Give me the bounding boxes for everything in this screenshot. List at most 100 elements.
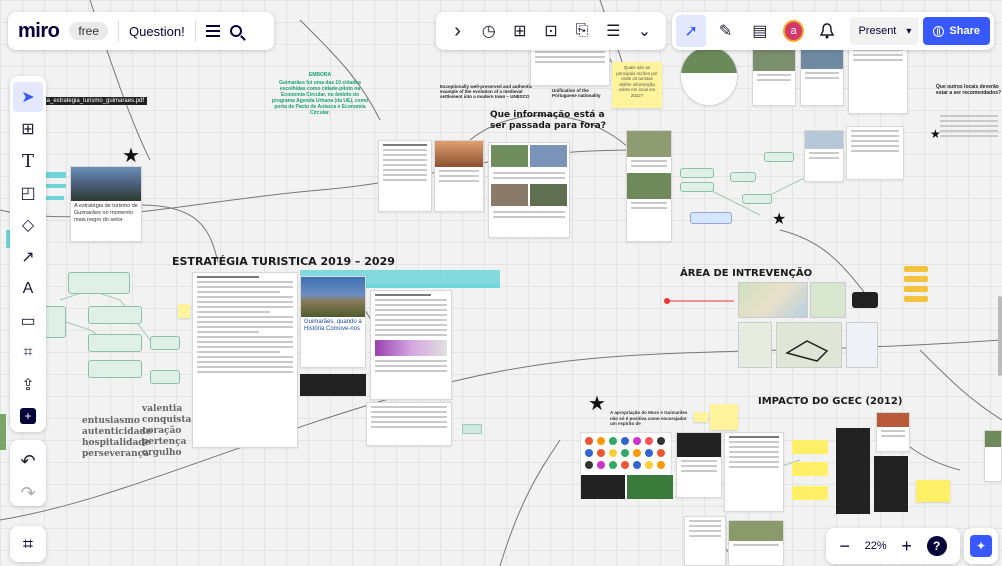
board-canvas[interactable]: ★ ★ ★ ★ biblica_estrategia_turismo_guima… [0,0,1002,566]
article-doc[interactable] [876,412,910,452]
frame-tool-icon[interactable]: ⊞ [13,114,43,144]
undo-icon[interactable]: ↶ [13,446,43,476]
sticky-note[interactable] [694,412,708,422]
mindmap-node[interactable] [764,152,794,162]
pen-tool-icon[interactable]: A [13,274,43,304]
zoom-out-button[interactable]: − [839,536,850,557]
zoom-in-button[interactable]: + [901,536,912,557]
more-apps-icon[interactable]: + [20,408,36,424]
crop-tool-icon[interactable]: ⌗ [13,338,43,368]
mindmap-node[interactable] [150,370,180,384]
center-article-card[interactable]: Guimarães, quando a História Comove-nos [300,276,366,368]
map-image[interactable] [738,282,808,318]
mindmap-node[interactable] [88,334,142,352]
minimap-icon[interactable]: ✦ [970,535,992,557]
celebrate-icon[interactable]: ✎ [710,15,740,47]
user-avatar[interactable]: a [783,20,805,42]
comment-tool-icon[interactable]: ▭ [13,306,43,336]
plan-badge[interactable]: free [69,22,109,40]
article-doc[interactable] [984,430,1002,482]
article-doc[interactable] [378,140,432,212]
article-doc[interactable] [752,46,796,106]
text-tool-icon[interactable]: T [13,146,43,176]
mindmap-node[interactable] [150,336,180,350]
comment-icon[interactable]: ▤ [745,15,775,47]
black-doc[interactable] [874,456,908,512]
sticky-note-question[interactable]: Quais são as principais razões por onde … [612,62,662,108]
heading-question[interactable]: Que informação está a ser passada para f… [490,110,620,132]
timer-icon[interactable]: ◷ [473,15,504,47]
map-image[interactable] [810,282,846,318]
sticky-note[interactable] [792,440,828,454]
article-doc[interactable] [724,432,784,512]
mindmap-node[interactable] [680,168,714,178]
chevron-down-icon[interactable]: ▾ [906,26,911,37]
present-button[interactable]: Present ▾ [850,17,920,45]
photo-doc[interactable] [626,130,672,242]
green-note[interactable]: Guimarães foi uma das 10 cidades escolhi… [270,80,370,116]
add-frame-icon[interactable]: ⊞ [504,15,535,47]
sticky-note[interactable] [904,276,928,282]
connector-tool-icon[interactable]: ↗ [13,242,43,272]
photo-grid[interactable] [488,142,570,238]
mindmap-node[interactable] [680,182,714,192]
article-doc[interactable] [366,402,452,446]
sticky-note[interactable] [904,286,928,292]
board-title[interactable]: Question! [129,24,185,39]
cursor-select-icon[interactable]: ➚ [676,15,707,47]
hamburger-icon[interactable] [205,25,220,37]
article-doc[interactable] [684,516,726,566]
article-doc[interactable] [680,46,738,106]
map-image[interactable] [846,322,878,368]
expand-icon[interactable]: › [442,15,473,47]
sticky-note[interactable] [904,266,928,272]
frames-icon[interactable]: ⌗ [23,534,33,555]
article-doc[interactable] [434,140,484,212]
article-doc[interactable] [848,40,908,114]
share-button[interactable]: Share [923,17,990,45]
sticky-note[interactable] [792,462,828,476]
mindmap-node[interactable] [68,272,130,294]
shapes-tool-icon[interactable]: ◇ [13,210,43,240]
redo-icon[interactable]: ↷ [13,478,43,508]
left-article-card[interactable]: A estratégia de turismo de Guimarães no … [70,166,142,242]
article-doc[interactable] [728,520,784,566]
article-doc[interactable] [370,290,452,400]
sticky-note[interactable] [710,404,738,430]
mindmap-node[interactable] [730,172,756,182]
pdf-filename-label[interactable]: biblica_estrategia_turismo_guimaraes.pdf [30,97,148,105]
article-doc[interactable] [800,46,844,106]
article-doc[interactable] [846,126,904,180]
sticky-note[interactable] [792,486,828,500]
bell-icon[interactable] [812,15,842,47]
scroll-thumb[interactable] [998,296,1002,376]
mindmap-node[interactable] [88,360,142,378]
icon-grid-image[interactable] [580,432,673,499]
black-label[interactable] [852,292,878,308]
miro-logo[interactable]: miro [18,20,60,43]
heading-strategy[interactable]: ESTRATÉGIA TURISTICA 2019 – 2029 [172,255,395,268]
article-doc[interactable] [804,130,844,182]
mindmap-node[interactable] [690,212,732,224]
map-image[interactable] [776,322,842,368]
upload-tool-icon[interactable]: ⇪ [13,370,43,400]
heading-impact[interactable]: IMPACTO DO GCEC (2012) [758,396,902,407]
map-image[interactable] [738,322,772,368]
notes-icon[interactable]: ☰ [598,15,629,47]
sticky-note[interactable] [904,296,928,302]
focus-icon[interactable]: ⊡ [535,15,566,47]
search-icon[interactable] [229,25,246,41]
select-tool-icon[interactable]: ➤ [13,82,43,112]
sticky-note[interactable] [178,304,190,318]
sticky-note[interactable] [916,480,950,502]
more-chevron-icon[interactable]: ⌄ [629,15,660,47]
black-doc[interactable] [836,428,870,514]
article-doc[interactable] [676,432,722,498]
mindmap-node[interactable] [88,306,142,324]
strategy-doc-page[interactable] [192,272,298,448]
help-icon[interactable]: ? [926,536,947,556]
vote-icon[interactable]: ⎘ [567,15,598,47]
zoom-level[interactable]: 22% [865,540,887,552]
mindmap-node[interactable] [742,194,772,204]
sticky-note-tool-icon[interactable]: ◰ [13,178,43,208]
